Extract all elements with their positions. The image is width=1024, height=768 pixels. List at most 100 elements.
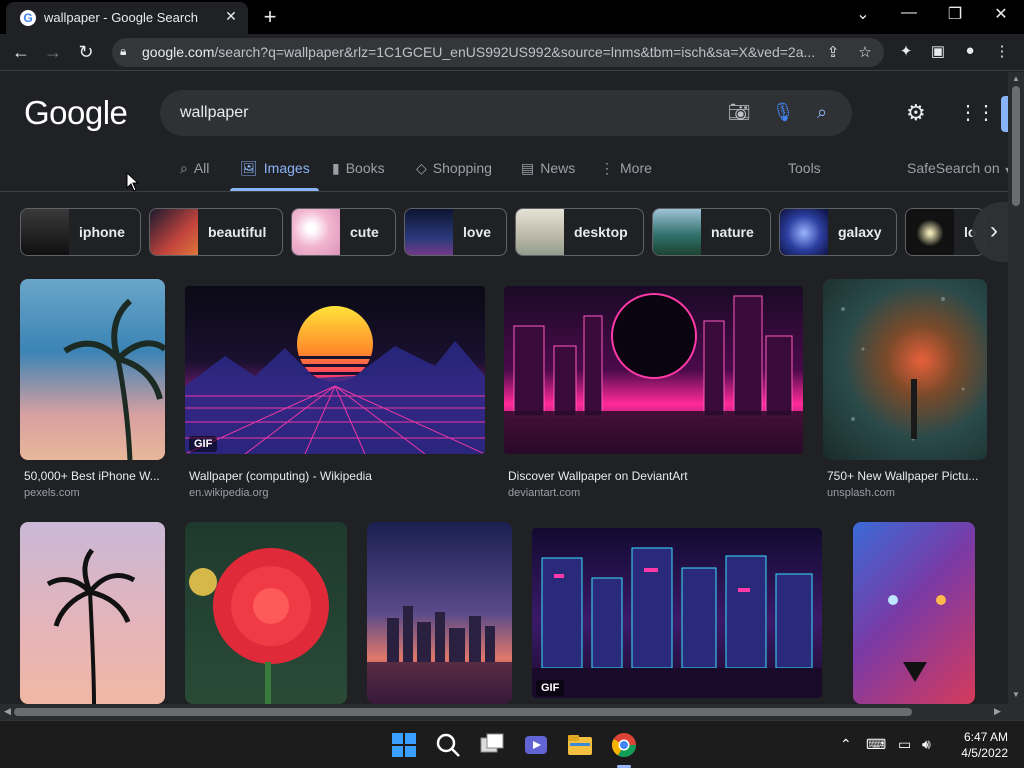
camera-icon[interactable]: 📷︎	[727, 102, 751, 123]
result-source[interactable]: unsplash.com	[827, 487, 895, 499]
teams-chat-icon[interactable]	[522, 731, 550, 759]
search-icon[interactable]: ⌕	[810, 102, 834, 123]
browser-toolbar: ← → ↻ 🔒︎ google.com/search?q=wallpaper&r…	[0, 34, 1024, 71]
keyboard-icon[interactable]: ⌨	[866, 736, 886, 753]
system-clock[interactable]: 6:47 AM 4/5/2022	[950, 729, 1008, 761]
chip-love[interactable]: love	[404, 208, 507, 256]
image-result[interactable]: GIF	[532, 528, 822, 698]
search-icon[interactable]	[434, 731, 462, 759]
chrome-icon[interactable]	[610, 731, 638, 759]
tab-search-chevron-icon[interactable]: ⌄	[843, 4, 883, 24]
back-arrow-icon[interactable]: ←	[8, 40, 34, 64]
vertical-scroll-thumb[interactable]	[1012, 86, 1020, 206]
synthwave-artwork	[185, 306, 485, 454]
result-image[interactable]	[367, 522, 512, 704]
chip-cute[interactable]: cute	[291, 208, 396, 256]
chip-thumbnail	[405, 209, 453, 255]
result-image[interactable]	[823, 279, 987, 460]
scroll-right-arrow-icon[interactable]: ▶	[994, 706, 1001, 717]
tab-books[interactable]: ▮ Books	[332, 160, 385, 177]
tab-all[interactable]: ⌕ All	[180, 160, 209, 177]
chip-thumbnail	[292, 209, 340, 255]
tab-close-icon[interactable]: ✕	[222, 8, 240, 25]
image-result[interactable]: 50,000+ Best iPhone W... pexels.com	[20, 279, 165, 499]
image-result[interactable]	[20, 522, 165, 704]
result-caption[interactable]: 750+ New Wallpaper Pictu...	[827, 469, 987, 483]
image-result[interactable]: 750+ New Wallpaper Pictu... unsplash.com	[823, 279, 987, 499]
star-icon[interactable]: ☆	[855, 43, 875, 61]
result-image[interactable]: GIF	[185, 286, 485, 454]
gif-badge: GIF	[189, 436, 218, 452]
chip-iphone[interactable]: iphone	[20, 208, 141, 256]
news-icon: ▤	[521, 160, 535, 176]
image-result[interactable]	[853, 522, 975, 704]
result-caption[interactable]: 50,000+ Best iPhone W...	[24, 469, 165, 483]
tab-news[interactable]: ▤ News	[521, 160, 575, 177]
horizontal-scrollbar[interactable]: ◀ ▶	[0, 704, 1008, 720]
restore-button[interactable]: ❐	[935, 4, 975, 24]
new-tab-button[interactable]: +	[258, 4, 282, 30]
tab-shopping[interactable]: ◇ Shopping	[416, 160, 492, 177]
microphone-icon[interactable]: 🎙︎	[771, 102, 795, 123]
file-explorer-icon[interactable]	[566, 731, 594, 759]
result-image[interactable]	[20, 522, 165, 704]
result-caption[interactable]: Wallpaper (computing) - Wikipedia	[189, 469, 485, 483]
scroll-down-arrow-icon[interactable]: ▼	[1008, 690, 1024, 699]
search-results-page: Google wallpaper 📷︎ 🎙︎ ⌕ ⚙ ⋮⋮⋮ ⌕ All 🖼︎ Im…	[0, 72, 1008, 704]
clock-time: 6:47 AM	[963, 730, 1008, 744]
chip-galaxy[interactable]: galaxy	[779, 208, 897, 256]
vertical-scrollbar[interactable]: ▲ ▼	[1008, 72, 1024, 704]
taskbar: ⌃ ⌨ ▭ 🔊︎ 6:47 AM 4/5/2022	[0, 720, 1024, 768]
url-text[interactable]: google.com/search?q=wallpaper&rlz=1C1GCE…	[142, 44, 814, 60]
browser-tab[interactable]: G wallpaper - Google Search ✕	[6, 2, 248, 34]
result-source[interactable]: en.wikipedia.org	[189, 487, 269, 499]
result-image[interactable]	[20, 279, 165, 460]
side-panel-icon[interactable]: ▣	[926, 42, 950, 60]
chip-desktop[interactable]: desktop	[515, 208, 644, 256]
result-image[interactable]: GIF	[532, 528, 822, 698]
search-input[interactable]: wallpaper	[180, 104, 248, 122]
chip-label: desktop	[574, 224, 628, 240]
scroll-up-arrow-icon[interactable]: ▲	[1008, 74, 1024, 83]
result-caption[interactable]: Discover Wallpaper on DeviantArt	[508, 469, 803, 483]
safesearch-button[interactable]: SafeSearch on ▼	[907, 160, 1008, 176]
chip-label: nature	[711, 224, 754, 240]
minimize-button[interactable]: —	[889, 4, 929, 22]
puzzle-icon[interactable]: ✦	[894, 42, 918, 60]
image-result[interactable]: Discover Wallpaper on DeviantArt deviant…	[504, 286, 803, 499]
tab-images[interactable]: 🖼︎ Images	[240, 160, 310, 177]
image-result[interactable]	[367, 522, 512, 704]
lock-icon[interactable]: 🔒︎	[120, 44, 126, 59]
show-hidden-icons-chevron-icon[interactable]: ⌃	[840, 736, 852, 753]
account-button[interactable]	[1001, 96, 1008, 132]
book-icon: ▮	[332, 160, 340, 176]
close-window-button[interactable]: ✕	[981, 4, 1021, 24]
result-image[interactable]	[504, 286, 803, 454]
volume-icon[interactable]: 🔊︎	[922, 736, 931, 753]
result-source[interactable]: deviantart.com	[508, 487, 580, 499]
task-view-icon[interactable]	[478, 731, 506, 759]
tab-more[interactable]: ⋮ More	[600, 160, 652, 177]
search-box[interactable]: wallpaper 📷︎ 🎙︎ ⌕	[160, 90, 852, 136]
result-image[interactable]	[185, 522, 347, 704]
scroll-left-arrow-icon[interactable]: ◀	[4, 706, 11, 717]
gear-icon[interactable]: ⚙	[906, 100, 926, 126]
windows-start-icon[interactable]	[390, 731, 418, 759]
forward-arrow-icon[interactable]: →	[40, 40, 66, 64]
image-result[interactable]	[185, 522, 347, 704]
horizontal-scroll-thumb[interactable]	[14, 708, 912, 716]
result-source[interactable]: pexels.com	[24, 487, 80, 499]
clock-date: 4/5/2022	[961, 746, 1008, 760]
google-logo[interactable]: Google	[24, 94, 128, 132]
tools-button[interactable]: Tools	[788, 160, 821, 176]
share-icon[interactable]: ⇪	[823, 43, 843, 61]
network-icon[interactable]: ▭	[898, 736, 911, 753]
profile-icon[interactable]: ●	[958, 42, 982, 59]
image-result[interactable]: GIF Wallpaper (computing) - Wikipedia en…	[185, 286, 485, 499]
reload-icon[interactable]: ↻	[73, 40, 99, 64]
kebab-menu-icon[interactable]: ⋮	[990, 42, 1014, 60]
result-image[interactable]	[853, 522, 975, 704]
address-bar[interactable]: 🔒︎ google.com/search?q=wallpaper&rlz=1C1…	[112, 38, 884, 67]
chip-nature[interactable]: nature	[652, 208, 771, 256]
chip-beautiful[interactable]: beautiful	[149, 208, 283, 256]
